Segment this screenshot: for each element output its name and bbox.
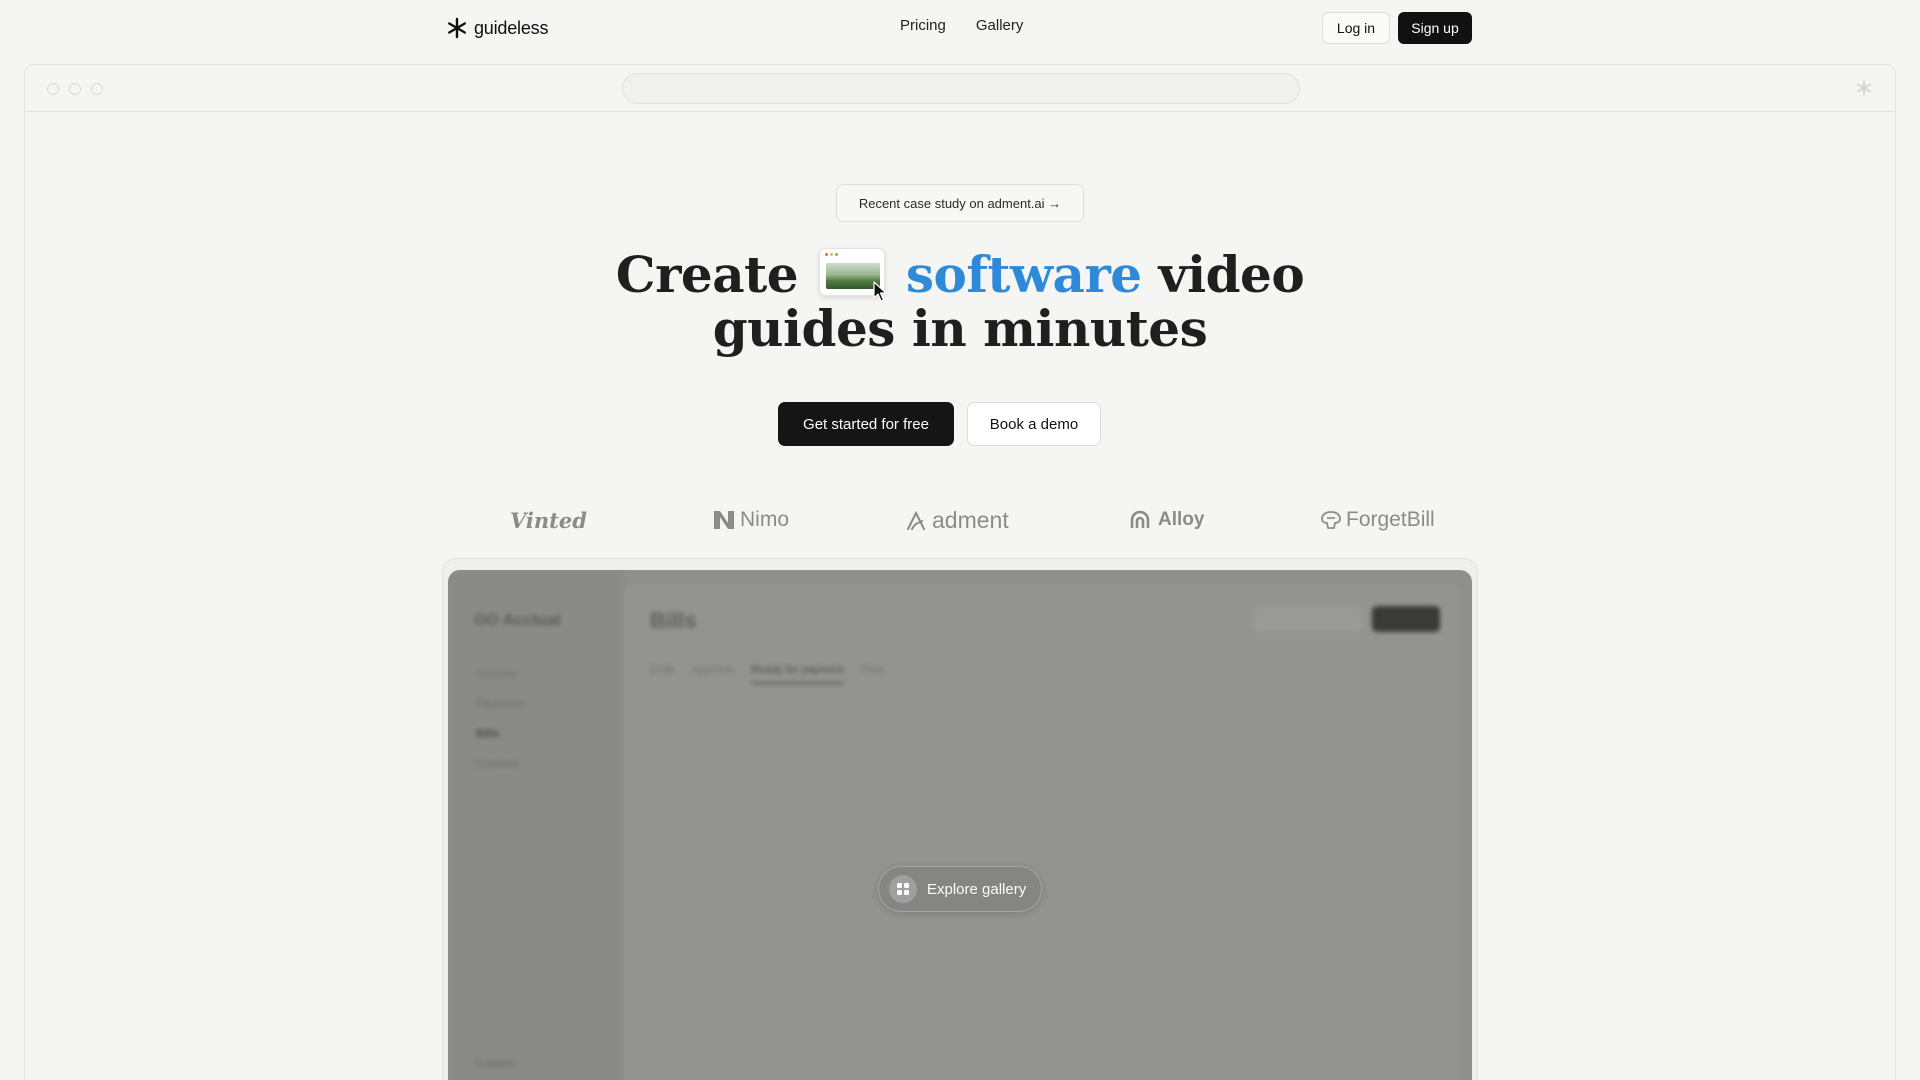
preview-tab: Paid	[861, 664, 884, 676]
asterisk-logo-icon	[448, 17, 466, 39]
product-preview[interactable]: OO Acctual Invoices Payments Bills Conta…	[448, 570, 1472, 1080]
asterisk-icon	[1857, 80, 1871, 96]
logo-nimo-text: Nimo	[740, 508, 790, 531]
logo-adment-text: adment	[932, 506, 1009, 533]
logo-vinted: Vinted	[510, 507, 587, 533]
logo-forgetbill: ForgetBill	[1320, 508, 1435, 532]
preview-nav-item: Invoices	[476, 668, 517, 680]
logo-alloy-text: Alloy	[1158, 509, 1205, 530]
preview-tab: Ready for payment	[750, 664, 844, 684]
hero-headline: Create software video guides in minutes	[560, 248, 1360, 356]
table-row	[650, 844, 1436, 894]
table-row	[650, 794, 1436, 844]
alloy-mark-icon	[1130, 510, 1150, 528]
preview-primary-button	[1372, 606, 1440, 632]
logo-alloy: Alloy	[1130, 508, 1204, 532]
preview-nav-item: Payments	[476, 698, 525, 710]
logo-forgetbill-text: ForgetBill	[1346, 508, 1435, 531]
headline-accent-word: software	[905, 245, 1142, 304]
window-close-dot	[47, 83, 59, 95]
headline-line-2: guides in minutes	[712, 299, 1208, 358]
forgetbill-mark-icon	[1321, 511, 1341, 529]
case-study-badge[interactable]: Recent case study on adment.ai →	[836, 184, 1084, 222]
logo-adment: adment	[906, 506, 1009, 533]
preview-sidebar: OO Acctual Invoices Payments Bills Conta…	[448, 570, 624, 1080]
preview-nav-item: Contacts	[476, 758, 520, 770]
book-demo-button[interactable]: Book a demo	[967, 402, 1101, 446]
nav-links: Pricing Gallery	[900, 17, 1023, 34]
preview-app-name: OO Acctual	[474, 612, 561, 629]
table-row	[650, 744, 1436, 794]
preview-tabs: Draft Approve Ready for payment Paid	[650, 664, 884, 684]
customer-logos: Vinted Nimo adment Alloy ForgetBill	[446, 500, 1474, 540]
preview-tab: Draft	[650, 664, 674, 676]
logo[interactable]: guideless	[446, 15, 548, 41]
browser-toolbar	[25, 65, 1895, 112]
preview-table	[650, 714, 1436, 944]
address-bar	[622, 73, 1300, 104]
login-button[interactable]: Log in	[1322, 12, 1390, 44]
signup-button[interactable]: Sign up	[1398, 12, 1472, 44]
table-header-row	[650, 714, 1436, 744]
preview-main-panel: Bills Draft Approve Ready for payment Pa…	[624, 584, 1460, 1080]
explore-gallery-label: Explore gallery	[927, 880, 1027, 898]
nav-link-gallery[interactable]: Gallery	[976, 17, 1024, 34]
explore-gallery-button[interactable]: Explore gallery	[878, 866, 1042, 912]
logo-nimo: Nimo	[712, 508, 789, 532]
preview-tab: Approve	[691, 664, 733, 676]
thumbnail-window-dots	[824, 253, 838, 256]
preview-support-link: Support	[474, 1056, 517, 1070]
window-maximize-dot	[91, 83, 103, 95]
adment-mark-icon	[907, 510, 925, 530]
nimo-mark-icon	[714, 511, 734, 529]
window-minimize-dot	[69, 83, 81, 95]
table-row	[650, 894, 1436, 944]
headline-word-create: Create	[615, 245, 799, 304]
logo-vinted-text: Vinted	[510, 507, 587, 533]
logo-text: guideless	[474, 17, 549, 38]
preview-secondary-button	[1254, 606, 1362, 632]
nav-link-pricing[interactable]: Pricing	[900, 17, 946, 34]
top-nav: guideless Pricing Gallery Log in Sign up	[0, 0, 1920, 56]
preview-title: Bills	[650, 608, 697, 633]
headline-word-video: video	[1158, 245, 1305, 304]
preview-nav-item: Bills	[476, 728, 500, 740]
grid-icon	[889, 875, 917, 903]
video-thumbnail	[818, 248, 887, 302]
cursor-icon	[873, 281, 887, 302]
get-started-button[interactable]: Get started for free	[778, 402, 954, 446]
